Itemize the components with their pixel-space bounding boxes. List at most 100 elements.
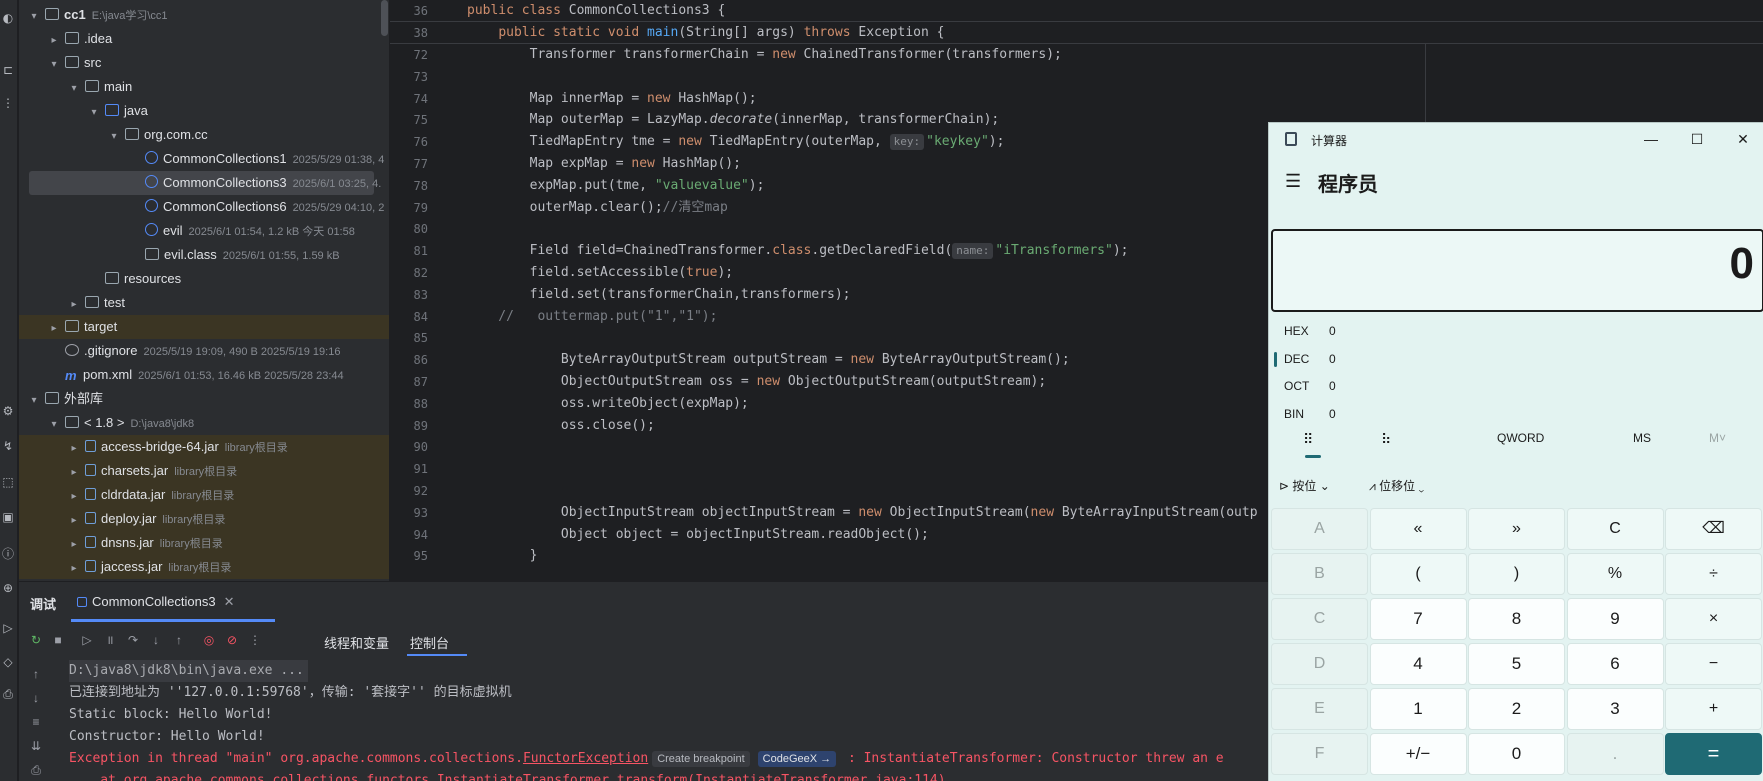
hamburger-menu-icon[interactable]: ☰ bbox=[1285, 171, 1301, 192]
key-1-0[interactable]: B bbox=[1271, 553, 1368, 595]
bitwise-dropdown[interactable]: ⊳ 按位 ⌄ bbox=[1279, 477, 1330, 494]
terminal-icon[interactable]: ▣ bbox=[0, 509, 16, 525]
tree-item[interactable]: ▾ < 1.8 > D:\java8\jdk8 bbox=[19, 411, 389, 435]
tree-item[interactable]: ▸ cldrdata.jar library根目录 bbox=[19, 483, 389, 507]
chevron-down-icon[interactable]: ▾ bbox=[67, 77, 81, 101]
scroll-up-icon[interactable]: ↑ bbox=[28, 666, 44, 682]
tree-item[interactable]: ▸ target bbox=[19, 315, 389, 339]
tree-item[interactable]: CommonCollections6 2025/5/29 04:10, 2 bbox=[19, 195, 389, 219]
print-icon[interactable]: ⎙ bbox=[0, 686, 16, 702]
tree-item[interactable]: ▾ 外部库 bbox=[19, 387, 389, 411]
scroll-end-icon[interactable]: ⇊ bbox=[28, 738, 44, 754]
tree-item[interactable]: ▾ src bbox=[19, 51, 389, 75]
run-icon[interactable]: ▷ bbox=[0, 620, 16, 636]
key-0-1[interactable]: « bbox=[1369, 508, 1467, 550]
key-4-3[interactable]: 3 bbox=[1566, 688, 1664, 730]
key-5-3[interactable]: . bbox=[1566, 733, 1664, 775]
radix-row-dec[interactable]: DEC 0 bbox=[1269, 346, 1763, 373]
services-icon[interactable]: ⊕ bbox=[0, 580, 16, 596]
chevron-right-icon[interactable]: ▸ bbox=[67, 533, 81, 557]
rerun-icon[interactable]: ↻ bbox=[28, 632, 44, 648]
bit-toggle-keypad-icon[interactable]: ⠷ bbox=[1381, 431, 1391, 448]
key-5-0[interactable]: F bbox=[1271, 733, 1368, 775]
key-0-2[interactable]: » bbox=[1468, 508, 1565, 550]
key-4-2[interactable]: 2 bbox=[1468, 688, 1565, 730]
key-2-0[interactable]: C bbox=[1271, 598, 1368, 640]
pause-icon[interactable]: ॥ bbox=[102, 632, 118, 648]
calculator-titlebar[interactable]: 计算器 — ☐ ✕ bbox=[1269, 123, 1763, 155]
key-3-1[interactable]: 4 bbox=[1369, 643, 1467, 685]
key-0-3[interactable]: C bbox=[1566, 508, 1664, 550]
minimize-button[interactable]: — bbox=[1628, 127, 1674, 151]
tree-item[interactable]: ▾ cc1 E:\java学习\cc1 bbox=[19, 3, 389, 27]
codegeex-button[interactable]: CodeGeeX → bbox=[757, 751, 837, 767]
resume-icon[interactable]: ▷ bbox=[79, 632, 95, 648]
key-0-4[interactable]: ⌫ bbox=[1665, 508, 1762, 550]
key-2-3[interactable]: 9 bbox=[1566, 598, 1664, 640]
more-icon[interactable]: ⋮ bbox=[0, 95, 16, 111]
tree-item[interactable]: evil.class 2025/6/1 01:55, 1.59 kB bbox=[19, 243, 389, 267]
sticky-line[interactable]: 36 public class CommonCollections3 { bbox=[390, 0, 1763, 22]
key-2-1[interactable]: 7 bbox=[1369, 598, 1467, 640]
key-3-2[interactable]: 5 bbox=[1468, 643, 1565, 685]
close-button[interactable]: ✕ bbox=[1720, 127, 1763, 151]
exception-class-link[interactable]: FunctorException bbox=[523, 751, 648, 766]
tree-item[interactable]: ▸ access-bridge-64.jar library根目录 bbox=[19, 435, 389, 459]
breakpoints-icon[interactable]: ◎ bbox=[201, 632, 217, 648]
print-icon[interactable]: ⎙ bbox=[28, 762, 44, 778]
tree-item[interactable]: m pom.xml 2025/6/1 01:53, 16.46 kB 2025/5/… bbox=[19, 363, 389, 387]
tree-item[interactable]: .gitignore 2025/5/19 19:09, 490 B 2025/5/… bbox=[19, 339, 389, 363]
chevron-right-icon[interactable]: ▸ bbox=[67, 557, 81, 581]
settings-icon[interactable]: ⚙ bbox=[0, 403, 16, 419]
code-line[interactable]: 74 Map innerMap = new HashMap(); bbox=[390, 88, 1763, 110]
key-2-4[interactable]: × bbox=[1665, 598, 1762, 640]
chevron-right-icon[interactable]: ▸ bbox=[47, 29, 61, 53]
chevron-right-icon[interactable]: ▸ bbox=[67, 461, 81, 485]
scroll-down-icon[interactable]: ↓ bbox=[28, 690, 44, 706]
key-4-0[interactable]: E bbox=[1271, 688, 1368, 730]
chevron-right-icon[interactable]: ▸ bbox=[67, 485, 81, 509]
console-stack-trace[interactable]: at org.apache.commons.collections.functo… bbox=[69, 770, 1289, 781]
debug-title[interactable]: 调试 bbox=[30, 594, 56, 613]
key-1-3[interactable]: % bbox=[1566, 553, 1664, 595]
tree-item[interactable]: ▸ dnsns.jar library根目录 bbox=[19, 531, 389, 555]
key-4-1[interactable]: 1 bbox=[1369, 688, 1467, 730]
key-3-3[interactable]: 6 bbox=[1566, 643, 1664, 685]
bitshift-dropdown[interactable]: ⩘ 位移位 ⌄ bbox=[1369, 477, 1424, 494]
tab-threads-variables[interactable]: 线程和变量 bbox=[324, 633, 389, 652]
chevron-right-icon[interactable]: ▸ bbox=[67, 293, 81, 317]
code-line[interactable]: 73 bbox=[390, 66, 1763, 88]
tab-console[interactable]: 控制台 bbox=[410, 633, 449, 652]
key-5-1[interactable]: +/− bbox=[1369, 733, 1467, 775]
create-breakpoint-button[interactable]: Create breakpoint bbox=[652, 751, 750, 767]
key-1-4[interactable]: ÷ bbox=[1665, 553, 1762, 595]
tree-item[interactable]: resources bbox=[19, 267, 389, 291]
step-out-icon[interactable]: ↑ bbox=[171, 632, 187, 648]
close-icon[interactable]: ✕ bbox=[224, 594, 235, 609]
code-line[interactable]: 72 Transformer transformerChain = new Ch… bbox=[390, 44, 1763, 66]
stop-icon[interactable]: ■ bbox=[50, 632, 66, 648]
tree-item[interactable]: ▾ main bbox=[19, 75, 389, 99]
step-over-icon[interactable]: ↷ bbox=[125, 632, 141, 648]
key-4-4[interactable]: + bbox=[1665, 688, 1762, 730]
structure-icon[interactable]: ⊏ bbox=[0, 62, 16, 78]
tree-item[interactable]: ▸ charsets.jar library根目录 bbox=[19, 459, 389, 483]
chevron-right-icon[interactable]: ▸ bbox=[47, 317, 61, 341]
soft-wrap-icon[interactable]: ≡ bbox=[28, 714, 44, 730]
git-icon[interactable]: ↯ bbox=[0, 438, 16, 454]
app-icon[interactable]: ◐ bbox=[0, 10, 16, 26]
tree-item[interactable]: ▸ .idea bbox=[19, 27, 389, 51]
tree-item[interactable]: ▾ java bbox=[19, 99, 389, 123]
key-2-2[interactable]: 8 bbox=[1468, 598, 1565, 640]
tree-item[interactable]: ▸ jaccess.jar library根目录 bbox=[19, 555, 389, 579]
mute-breakpoints-icon[interactable]: ⊘ bbox=[224, 632, 240, 648]
key-1-1[interactable]: ( bbox=[1369, 553, 1467, 595]
console-output[interactable]: D:\java8\jdk8\bin\java.exe ... 已连接到地址为 '… bbox=[69, 660, 1289, 781]
full-keypad-icon[interactable]: ⠿ bbox=[1303, 431, 1313, 448]
memory-view-button[interactable]: M˅ bbox=[1709, 431, 1726, 445]
chevron-down-icon[interactable]: ▾ bbox=[27, 5, 41, 29]
step-into-icon[interactable]: ↓ bbox=[148, 632, 164, 648]
chevron-down-icon[interactable]: ▾ bbox=[47, 413, 61, 437]
tree-item[interactable]: CommonCollections3 2025/6/1 03:25, 4. bbox=[29, 171, 381, 195]
chevron-down-icon[interactable]: ▾ bbox=[27, 389, 41, 413]
